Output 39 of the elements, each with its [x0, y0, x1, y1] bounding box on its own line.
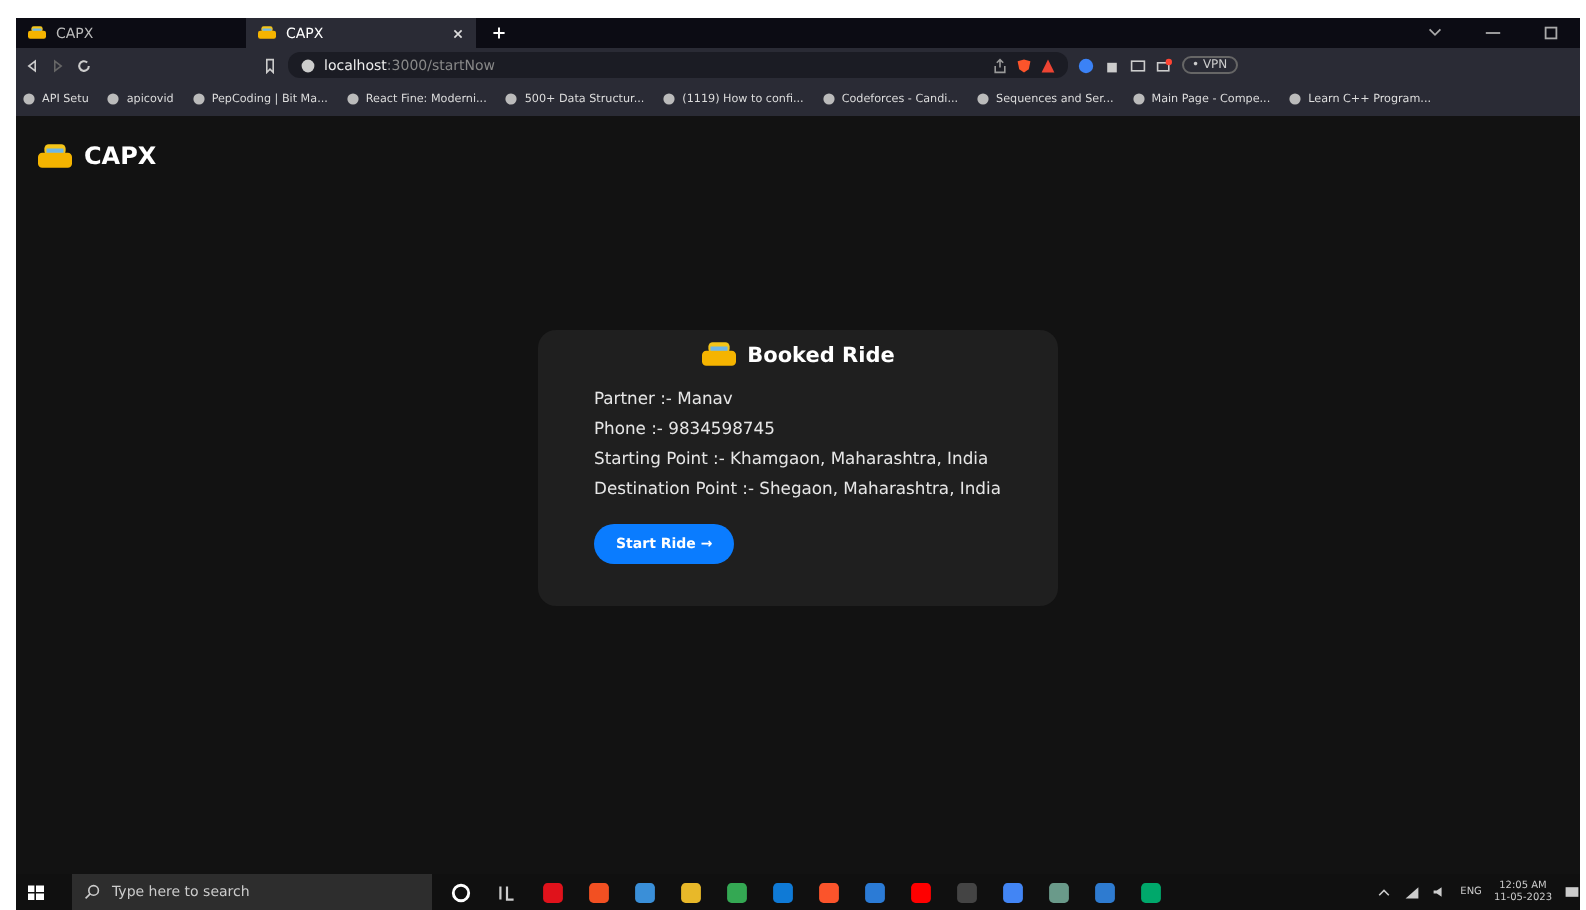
plus-icon[interactable] — [492, 26, 506, 40]
app-icon[interactable] — [634, 881, 656, 903]
windows-icon[interactable] — [28, 884, 44, 900]
bookmark-icon[interactable] — [262, 57, 278, 73]
back-icon[interactable] — [24, 57, 40, 73]
caret-icon[interactable] — [1376, 884, 1393, 900]
ride-detail: Partner :- Manav — [594, 386, 735, 412]
shield-icon[interactable] — [1016, 57, 1032, 73]
circle-icon[interactable] — [450, 881, 472, 903]
app-icon[interactable] — [1048, 881, 1070, 903]
restore-icon[interactable] — [1542, 24, 1560, 42]
app-icon[interactable] — [910, 881, 932, 903]
ride-detail: Starting Point :- Khamgaon, Maharashtra, India — [594, 446, 991, 472]
ride-detail: Phone :- 9834598745 — [594, 416, 777, 442]
search-icon — [84, 884, 100, 900]
app-icon[interactable] — [1140, 881, 1162, 903]
app-icon[interactable] — [772, 881, 794, 903]
app-icon[interactable] — [726, 881, 748, 903]
app-icon[interactable] — [1094, 881, 1116, 903]
card-title: Booked Ride — [747, 343, 895, 367]
ride-detail: Destination Point :- Shegaon, Maharashtra, India — [594, 476, 1002, 502]
share-icon[interactable] — [992, 57, 1008, 73]
app-icon[interactable] — [864, 881, 886, 903]
wallet-icon[interactable] — [1156, 57, 1172, 73]
triangle-icon[interactable] — [1040, 57, 1056, 73]
close-icon[interactable] — [452, 27, 464, 39]
sidebar-icon[interactable] — [1130, 57, 1146, 73]
app-icon[interactable] — [588, 881, 610, 903]
reload-icon[interactable] — [76, 57, 92, 73]
taxi-icon — [701, 342, 736, 368]
forward-icon[interactable] — [50, 57, 66, 73]
app-icon[interactable] — [680, 881, 702, 903]
app-icon[interactable] — [1002, 881, 1024, 903]
app-icon[interactable] — [818, 881, 840, 903]
taxi-icon — [28, 26, 46, 40]
chevron-icon[interactable] — [1426, 24, 1444, 42]
taxi-icon — [38, 143, 72, 169]
brand-name: CAPX — [84, 142, 157, 170]
taxi-icon — [258, 26, 276, 40]
